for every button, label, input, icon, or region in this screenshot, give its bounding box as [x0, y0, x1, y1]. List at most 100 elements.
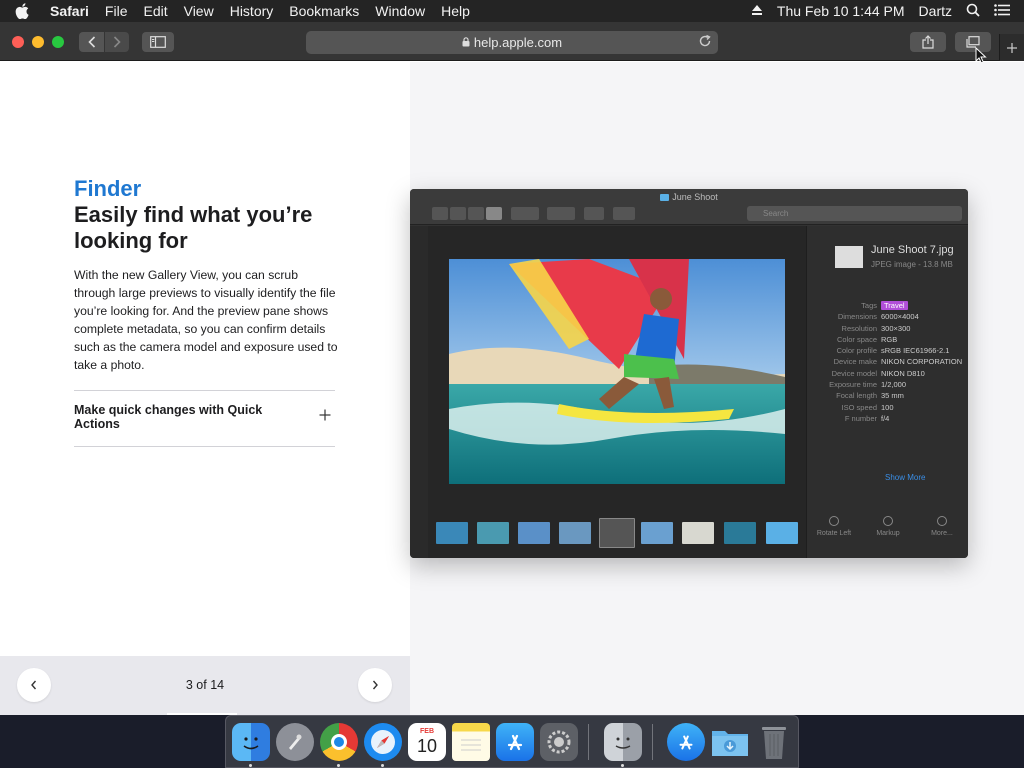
thumbnail	[724, 522, 756, 544]
rotate-left-icon	[829, 516, 839, 526]
thumbnail	[682, 522, 714, 544]
finder-inspector: June Shoot 7.jpg JPEG image - 13.8 MB Ta…	[806, 226, 968, 558]
chrome-icon[interactable]	[320, 723, 358, 761]
running-indicator	[249, 764, 252, 767]
menu-window[interactable]: Window	[367, 3, 433, 19]
metadata-row: Exposure time 1/2,000	[829, 380, 907, 390]
file-thumbnail-icon	[835, 246, 863, 268]
running-indicator	[621, 764, 624, 767]
sidebar-icon	[150, 36, 166, 48]
quick-actions-accordion[interactable]: Make quick changes with Quick Actions	[74, 403, 335, 447]
gallery-pager: 3 of 14	[0, 656, 410, 715]
menu-help[interactable]: Help	[433, 3, 478, 19]
notes-icon[interactable]	[452, 723, 490, 761]
finder-gallery-screenshot: June Shoot Search June Shoot 7.jpg JPEG …	[410, 189, 968, 558]
system-preferences-icon[interactable]	[540, 723, 578, 761]
windsurfer-photo	[449, 259, 785, 484]
divider	[74, 446, 335, 447]
list-view-icon	[450, 207, 466, 220]
finder-alt-icon[interactable]	[604, 723, 642, 761]
thumbnail-selected	[599, 518, 635, 548]
applications-folder-icon[interactable]	[667, 723, 705, 761]
menubar-user[interactable]: Dartz	[919, 3, 952, 19]
next-slide-button[interactable]	[358, 668, 392, 702]
quick-actions-bar: Rotate Left Markup More...	[807, 516, 968, 537]
plus-icon	[1007, 42, 1017, 53]
browser-toolbar: help.apple.com	[0, 22, 1024, 65]
lock-icon	[462, 35, 470, 50]
forward-button[interactable]	[105, 32, 129, 52]
metadata-row: Focal length 35 mm	[836, 391, 904, 401]
spotlight-search-icon[interactable]	[966, 3, 980, 20]
address-bar[interactable]: help.apple.com	[306, 31, 718, 54]
eject-icon[interactable]	[751, 3, 763, 19]
running-indicator	[337, 764, 340, 767]
rotate-left-action: Rotate Left	[809, 516, 859, 537]
apple-menu-icon[interactable]	[0, 3, 44, 19]
markup-action: Markup	[863, 516, 913, 537]
feature-headline: Easily find what you’re looking for	[74, 202, 313, 253]
feature-eyebrow: Finder	[74, 176, 142, 201]
share-icon	[584, 207, 604, 220]
icon-view-icon	[432, 207, 448, 220]
metadata-row: F number f/4	[844, 413, 890, 423]
metadata-list: Tags Travel Dimensions 6000×4004 Resolutio…	[807, 300, 968, 424]
folder-icon	[766, 522, 798, 544]
calendar-icon[interactable]: FEB 10	[408, 723, 446, 761]
metadata-row: Device make NIKON CORPORATION	[833, 357, 963, 367]
trash-icon[interactable]	[755, 723, 793, 761]
window-fullscreen-button[interactable]	[52, 36, 64, 48]
thumbnail	[436, 522, 468, 544]
new-tab-button[interactable]	[999, 34, 1024, 61]
more-action: More...	[917, 516, 967, 537]
window-close-button[interactable]	[12, 36, 24, 48]
tag-icon	[613, 207, 635, 220]
inspector-file-name: June Shoot 7.jpg	[871, 244, 954, 256]
show-more-link: Show More	[885, 473, 926, 482]
share-button[interactable]	[910, 32, 946, 52]
finder-window-title: June Shoot	[672, 192, 718, 202]
inspector-file-kind: JPEG image - 13.8 MB	[871, 260, 953, 269]
menu-edit[interactable]: Edit	[135, 3, 175, 19]
calendar-day: 10	[416, 736, 438, 756]
slide-progress-bar	[167, 713, 237, 715]
slide-counter: 3 of 14	[185, 678, 225, 692]
reload-icon[interactable]	[698, 34, 712, 51]
notification-center-icon[interactable]	[994, 3, 1010, 19]
launchpad-icon[interactable]	[276, 723, 314, 761]
metadata-row: Tags Travel	[807, 300, 968, 311]
chevron-left-icon	[87, 36, 95, 48]
share-icon	[922, 35, 934, 49]
tag-badge: Travel	[881, 301, 908, 310]
feature-text-panel: Finder Easily find what you’re looking f…	[0, 62, 410, 715]
metadata-row: Resolution 300×300	[841, 323, 911, 333]
menu-bookmarks[interactable]: Bookmarks	[281, 3, 367, 19]
menu-view[interactable]: View	[176, 3, 222, 19]
finder-sidebar	[410, 226, 428, 558]
dock: FEB 10	[225, 715, 799, 768]
action-gear-icon	[547, 207, 575, 220]
thumbnail	[559, 522, 591, 544]
running-indicator	[381, 764, 384, 767]
downloads-folder-icon[interactable]	[711, 723, 749, 761]
menu-safari[interactable]: Safari	[44, 3, 97, 19]
more-icon	[937, 516, 947, 526]
menu-history[interactable]: History	[222, 3, 282, 19]
feature-description: With the new Gallery View, you can scrub…	[74, 268, 338, 372]
safari-window: help.apple.com Finder Easily find what y…	[0, 22, 1024, 715]
window-minimize-button[interactable]	[32, 36, 44, 48]
thumbnail	[641, 522, 673, 544]
column-view-icon	[468, 207, 484, 220]
metadata-row: Color profile sRGB IEC61966-2.1	[836, 346, 950, 356]
menubar-clock[interactable]: Thu Feb 10 1:44 PM	[777, 3, 905, 19]
menu-file[interactable]: File	[97, 3, 136, 19]
metadata-row: ISO speed 100	[841, 402, 894, 412]
back-button[interactable]	[79, 32, 104, 52]
expand-plus-icon[interactable]	[319, 408, 331, 426]
dock-separator	[652, 724, 653, 760]
app-store-icon[interactable]	[496, 723, 534, 761]
chevron-right-icon	[372, 680, 378, 690]
safari-icon[interactable]	[364, 723, 402, 761]
finder-icon[interactable]	[232, 723, 270, 761]
show-sidebar-button[interactable]	[142, 32, 174, 52]
